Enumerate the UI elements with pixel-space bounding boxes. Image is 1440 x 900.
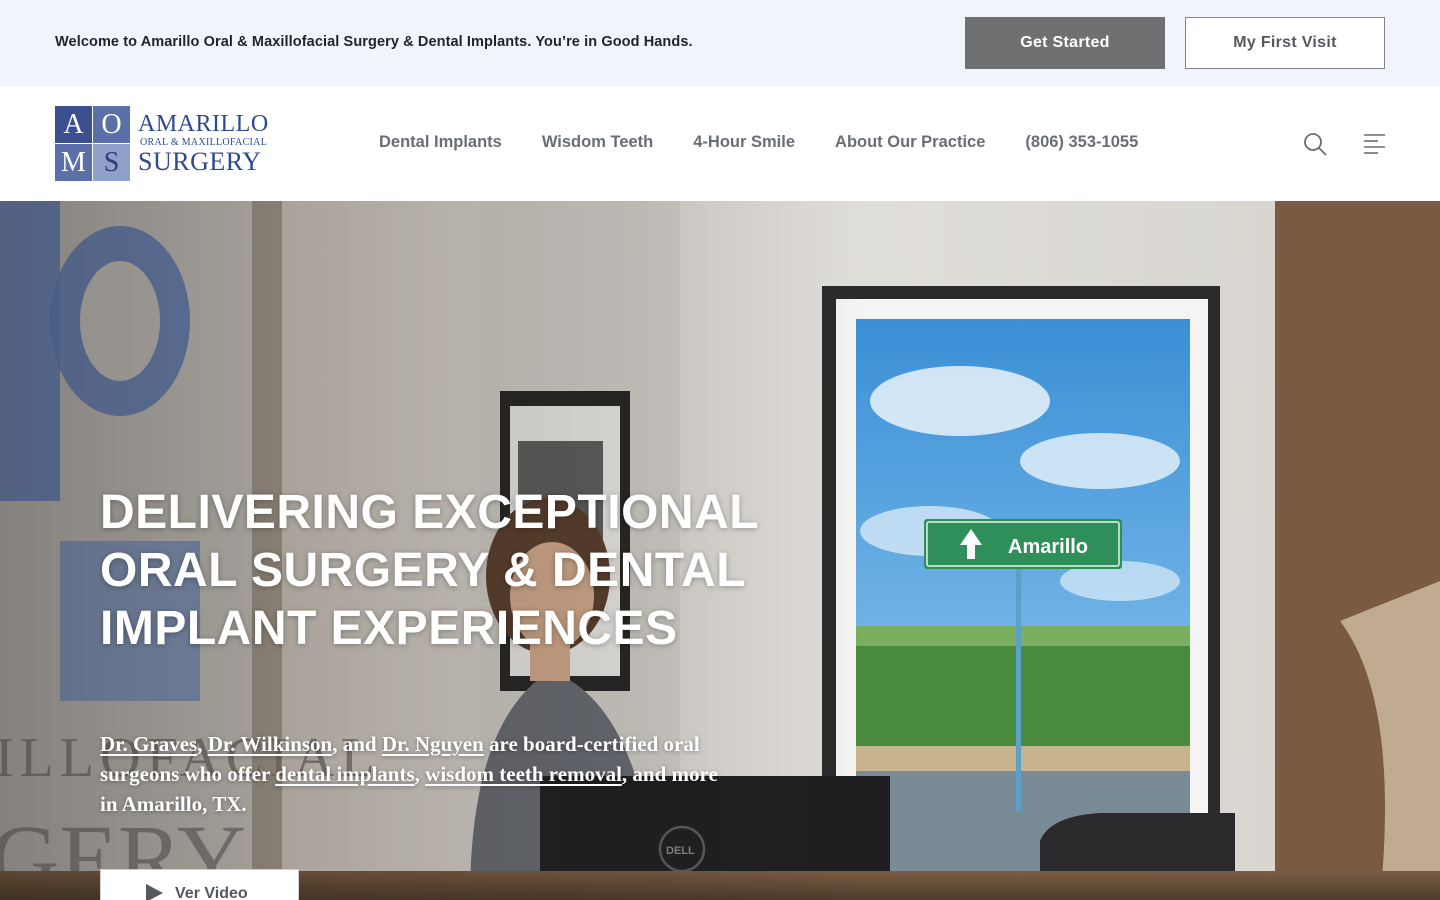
nav-about-our-practice[interactable]: About Our Practice [835, 133, 985, 152]
top-bar: Welcome to Amarillo Oral & Maxillofacial… [0, 0, 1440, 86]
nav-dental-implants[interactable]: Dental Implants [379, 133, 502, 152]
hero-desc-sep-3: , [414, 762, 426, 786]
watch-video-button[interactable]: Ver Video [100, 869, 299, 900]
link-wisdom-teeth-removal[interactable]: wisdom teeth removal [425, 762, 622, 786]
logo-line-surgery: SURGERY [138, 147, 262, 176]
link-dr-nguyen[interactable]: Dr. Nguyen [382, 732, 484, 756]
welcome-message: Welcome to Amarillo Oral & Maxillofacial… [55, 34, 693, 50]
play-icon [146, 884, 163, 900]
nav-phone-number[interactable]: (806) 353-1055 [1025, 133, 1138, 152]
hero-desc-sep-2: , and [332, 732, 382, 756]
hero-section: ILLOFACIAL GERY FORGIVE Amarillo [0, 201, 1440, 900]
logo-letter-m: M [55, 144, 92, 181]
logo-wordmark: AMARILLO ORAL & MAXILLOFACIAL SURGERY [138, 112, 269, 175]
my-first-visit-button[interactable]: My First Visit [1185, 17, 1385, 69]
hero-desc-sep-1: , [197, 732, 208, 756]
site-logo[interactable]: A O M S AMARILLO ORAL & MAXILLOFACIAL SU… [55, 106, 268, 182]
logo-letter-a: A [55, 106, 92, 143]
logo-mark: A O M S [55, 106, 130, 181]
hero-title: DELIVERING EXCEPTIONAL ORAL SURGERY & DE… [100, 486, 759, 655]
link-dental-implants[interactable]: dental implants [275, 762, 414, 786]
main-nav: Dental Implants Wisdom Teeth 4-Hour Smil… [379, 133, 1178, 152]
search-icon[interactable] [1303, 132, 1327, 156]
site-header: A O M S AMARILLO ORAL & MAXILLOFACIAL SU… [0, 86, 1440, 201]
nav-4-hour-smile[interactable]: 4-Hour Smile [693, 133, 795, 152]
nav-wisdom-teeth[interactable]: Wisdom Teeth [542, 133, 653, 152]
logo-letter-s: S [93, 144, 130, 181]
menu-icon[interactable] [1363, 133, 1387, 155]
logo-line-amarillo: AMARILLO [138, 111, 269, 137]
link-dr-graves[interactable]: Dr. Graves [100, 732, 197, 756]
get-started-button[interactable]: Get Started [965, 17, 1165, 69]
watch-video-label: Ver Video [175, 885, 248, 900]
logo-letter-o: O [93, 106, 130, 143]
hero-description: Dr. Graves, Dr. Wilkinson, and Dr. Nguye… [100, 729, 730, 819]
link-dr-wilkinson[interactable]: Dr. Wilkinson [208, 732, 333, 756]
